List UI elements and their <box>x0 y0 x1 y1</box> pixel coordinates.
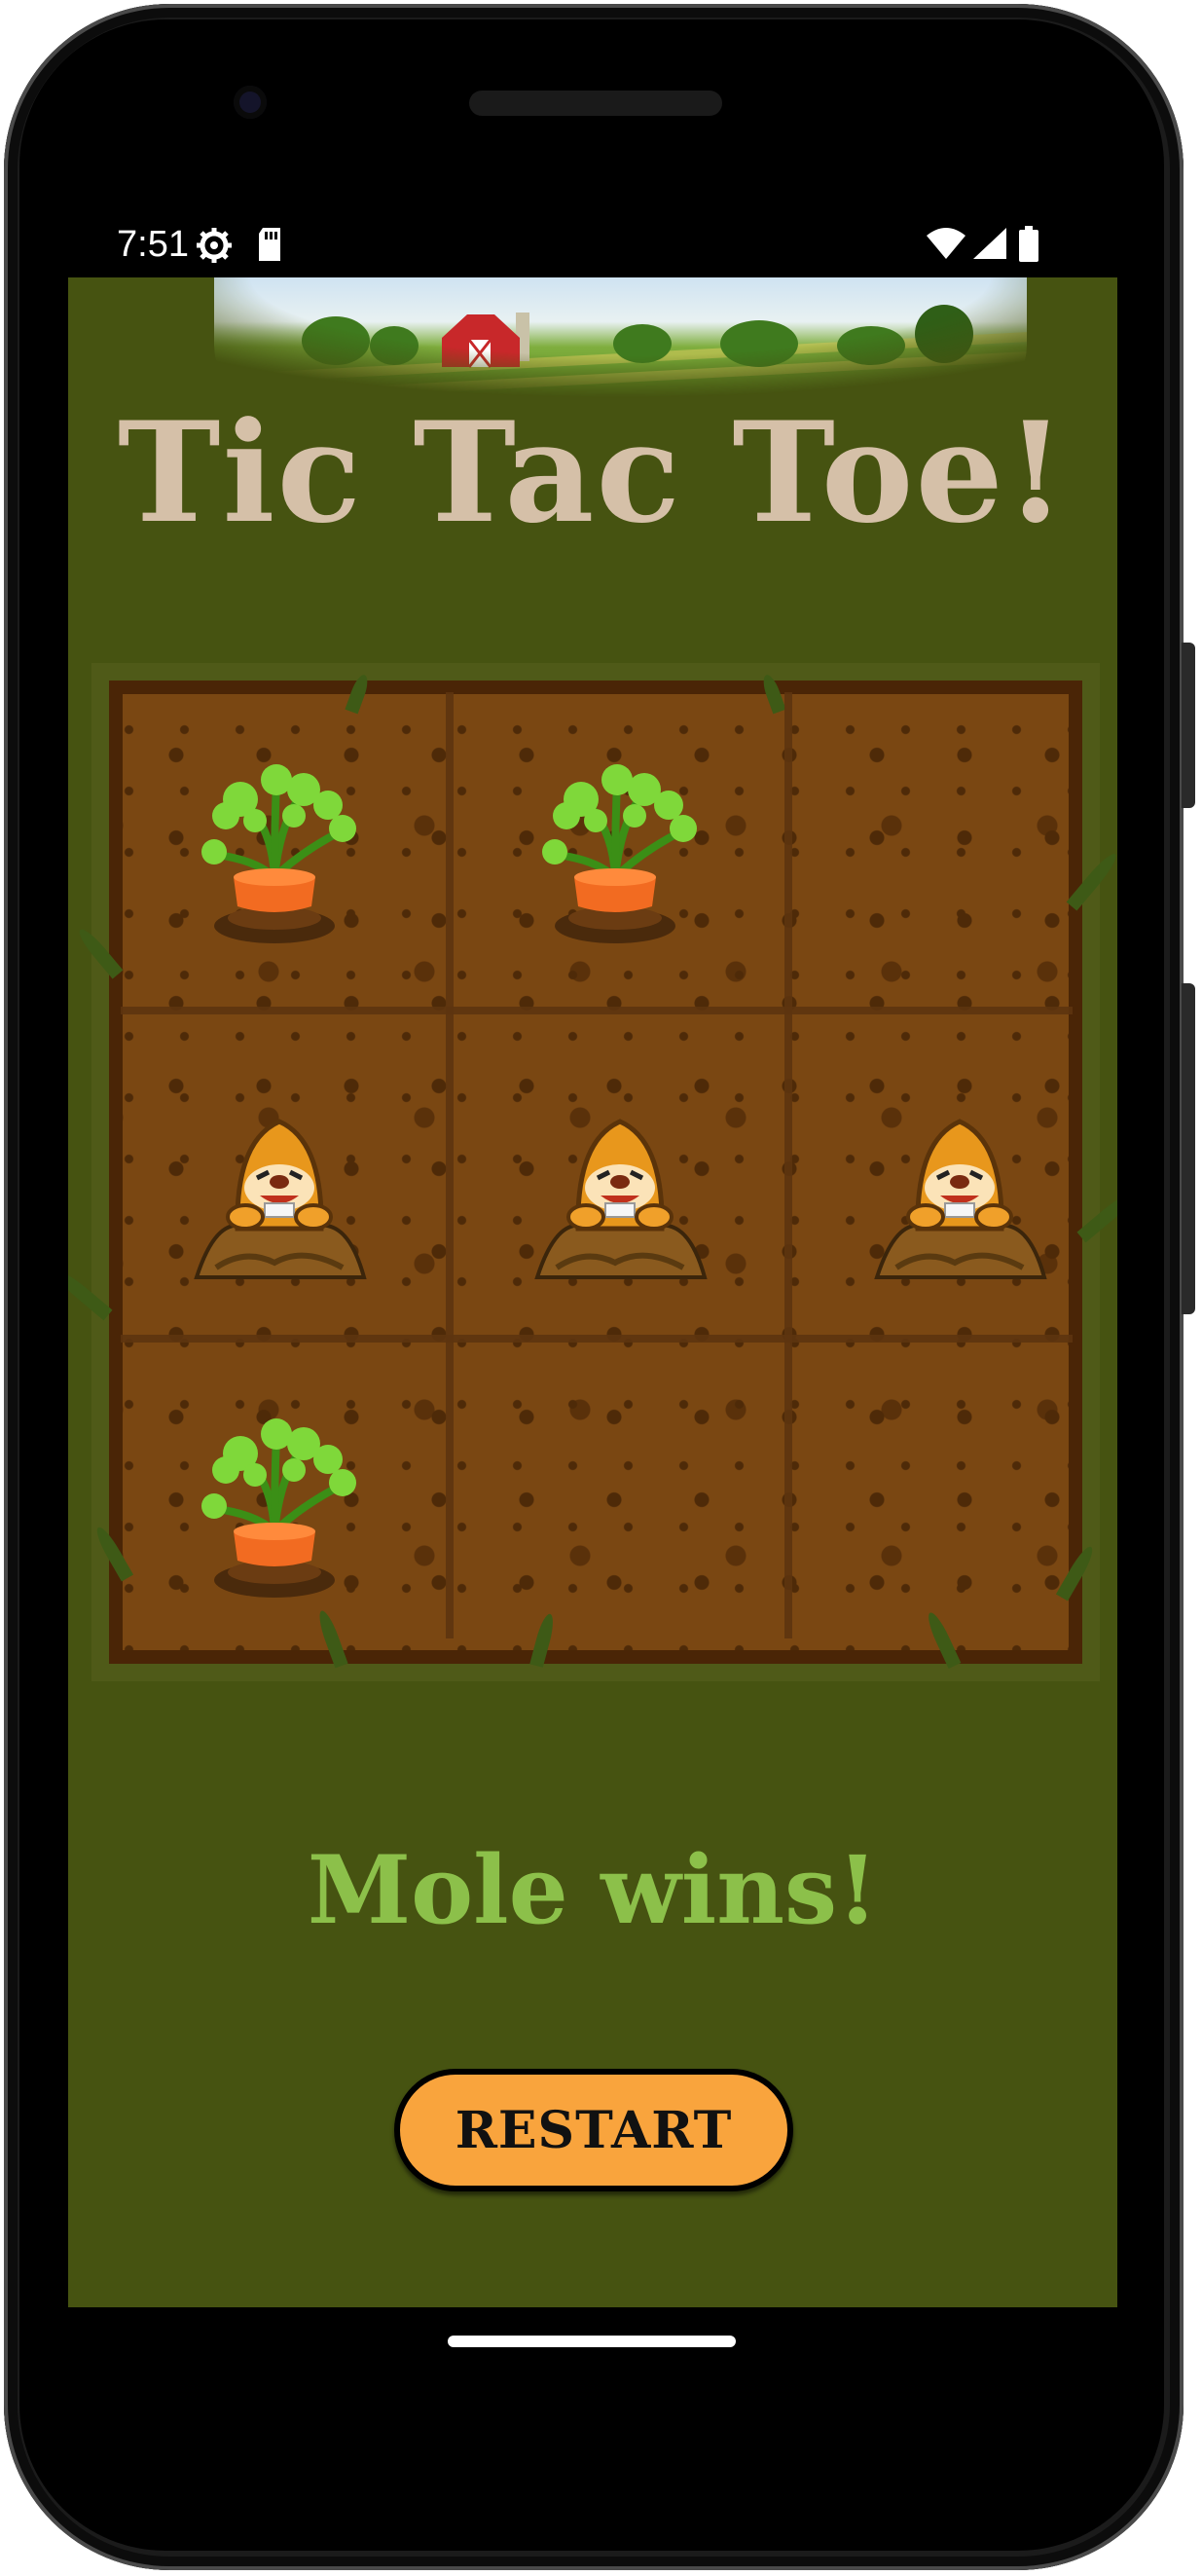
carrot-icon <box>542 764 697 943</box>
grid-line <box>784 692 792 1638</box>
result-message: Mole wins! <box>307 1835 879 1945</box>
board-cell-0-0[interactable] <box>119 692 440 1013</box>
board-cell-2-1[interactable] <box>459 1346 781 1668</box>
volume-button <box>1182 983 1195 1314</box>
power-button <box>1182 643 1195 808</box>
grid-line <box>446 692 454 1638</box>
gear-icon <box>195 226 234 275</box>
status-time: 7:51 <box>117 224 189 265</box>
wifi-icon <box>925 226 967 271</box>
barn-icon <box>442 313 529 368</box>
battery-icon <box>1018 226 1039 273</box>
carrot-icon <box>201 764 356 943</box>
status-bar: 7:51 <box>68 216 1051 275</box>
page-title: Tic Tac Toe! <box>117 392 1069 554</box>
board-cell-1-0[interactable] <box>119 1019 440 1341</box>
cell-signal-icon <box>971 226 1008 271</box>
earpiece-speaker <box>469 91 722 116</box>
board-cell-2-2[interactable] <box>799 1346 1117 1668</box>
board-cell-0-2[interactable] <box>799 692 1117 1013</box>
carrot-icon <box>201 1418 356 1598</box>
mole-icon <box>874 1119 1047 1279</box>
board-cell-1-2[interactable] <box>799 1019 1117 1341</box>
front-camera <box>234 86 267 119</box>
game-screen: Tic Tac Toe! Mole wins! RESTART <box>68 277 1117 2307</box>
farm-banner-image <box>214 277 1027 404</box>
board-cell-1-1[interactable] <box>459 1019 781 1341</box>
mole-icon <box>534 1119 708 1279</box>
board-cell-2-0[interactable] <box>119 1346 440 1668</box>
home-indicator[interactable] <box>448 2336 736 2347</box>
board-cell-0-1[interactable] <box>459 692 781 1013</box>
mole-icon <box>194 1119 367 1279</box>
game-board <box>68 663 1117 1681</box>
restart-button[interactable]: RESTART <box>394 2069 793 2191</box>
sd-card-icon <box>255 226 284 273</box>
